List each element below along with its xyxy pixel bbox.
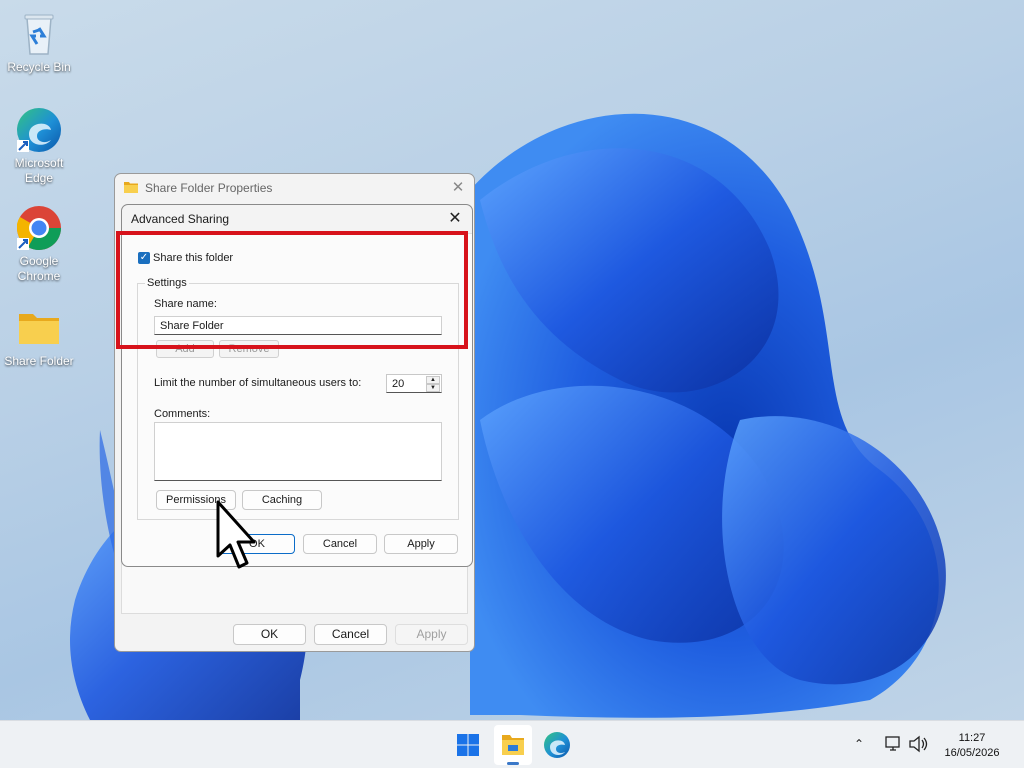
properties-apply-button[interactable]: Apply <box>395 624 468 645</box>
tray-clock[interactable]: 11:27 16/05/2026 <box>936 731 1008 761</box>
close-icon[interactable]: ✕ <box>446 209 464 229</box>
user-limit-label: Limit the number of simultaneous users t… <box>154 377 362 389</box>
folder-icon <box>15 304 63 352</box>
network-icon[interactable] <box>884 735 902 756</box>
taskbar: ⌃ 11:27 16/05/2026 <box>0 720 1024 768</box>
desktop-icon-edge[interactable]: Microsoft Edge <box>4 106 74 186</box>
desktop-icon-share-folder[interactable]: Share Folder <box>4 304 74 369</box>
folder-icon <box>124 181 138 193</box>
desktop-icon-label: Google Chrome <box>17 254 61 283</box>
user-limit-value[interactable]: 20 <box>392 378 404 390</box>
windows-start-icon[interactable] <box>452 729 484 761</box>
spin-up-icon[interactable]: ▲ <box>426 376 440 384</box>
properties-cancel-button[interactable]: Cancel <box>314 624 387 645</box>
properties-ok-button[interactable]: OK <box>233 624 306 645</box>
advanced-apply-button[interactable]: Apply <box>384 534 458 554</box>
bloom-petal <box>722 416 946 685</box>
desktop-icon-label: Share Folder <box>4 354 74 368</box>
edge-icon <box>15 106 63 154</box>
mouse-cursor-icon <box>216 500 256 569</box>
desktop-icon-label: Recycle Bin <box>7 60 71 74</box>
file-explorer-icon[interactable] <box>494 725 532 765</box>
window-title: Share Folder Properties <box>145 181 273 195</box>
chevron-up-icon[interactable]: ⌃ <box>854 737 864 751</box>
advanced-cancel-button[interactable]: Cancel <box>303 534 377 554</box>
spin-down-icon[interactable]: ▼ <box>426 384 440 392</box>
properties-titlebar[interactable]: Share Folder Properties ✕ <box>115 174 474 202</box>
comments-label: Comments: <box>154 408 211 420</box>
close-icon[interactable]: ✕ <box>450 179 466 197</box>
chrome-icon <box>15 204 63 252</box>
desktop-icon-recycle-bin[interactable]: Recycle Bin <box>4 10 74 75</box>
tray-time: 11:27 <box>958 732 986 744</box>
comments-textarea[interactable] <box>154 422 442 481</box>
dialog-title: Advanced Sharing <box>131 212 230 226</box>
desktop-icon-chrome[interactable]: Google Chrome <box>4 204 74 284</box>
edge-icon[interactable] <box>541 729 573 761</box>
desktop-icon-label: Microsoft Edge <box>14 156 64 185</box>
recycle-bin-icon <box>15 10 63 58</box>
volume-icon[interactable] <box>908 735 928 756</box>
highlight-annotation-box <box>116 231 468 349</box>
tray-date: 16/05/2026 <box>944 747 1000 759</box>
user-limit-spinner[interactable]: 20 ▲ ▼ <box>386 374 442 393</box>
